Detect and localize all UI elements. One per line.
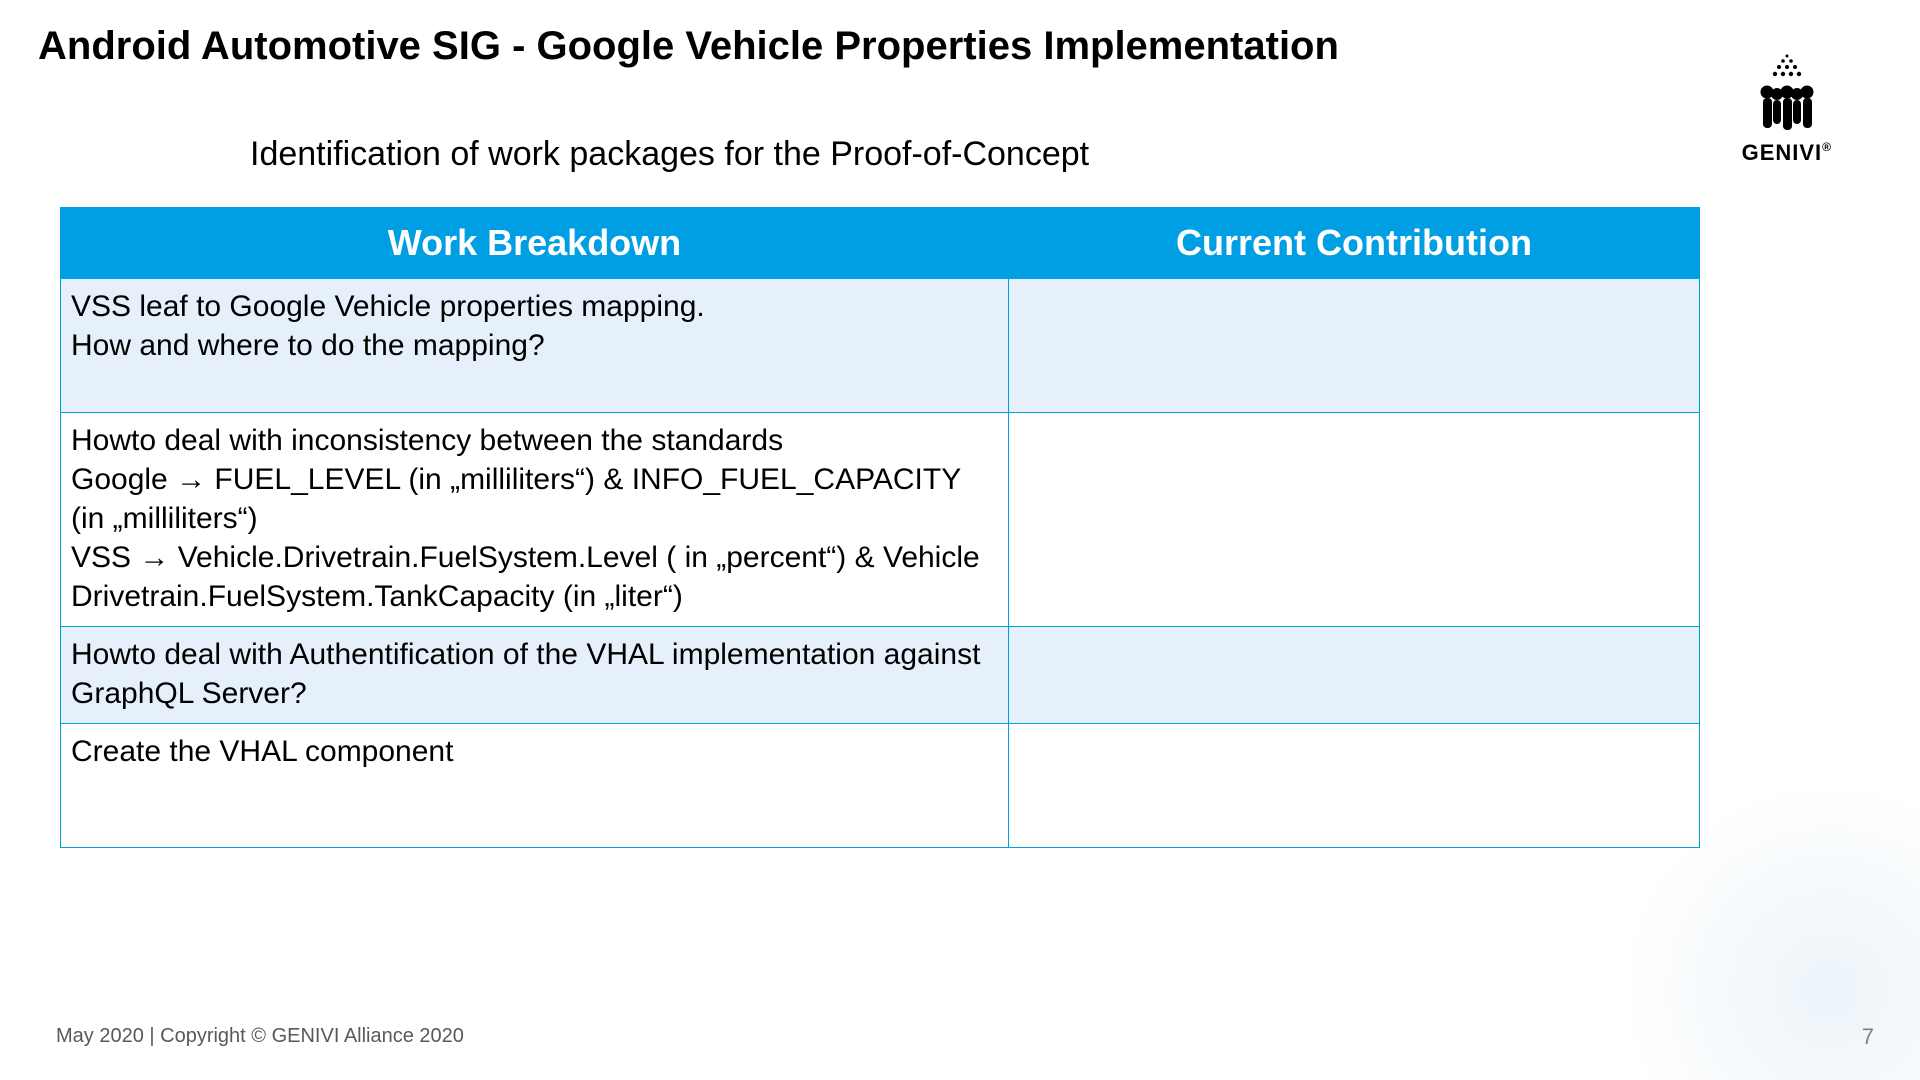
cell-breakdown: VSS leaf to Google Vehicle properties ma… [61, 279, 1009, 413]
slide-title: Android Automotive SIG - Google Vehicle … [38, 24, 1339, 69]
table-row: VSS leaf to Google Vehicle properties ma… [61, 279, 1700, 413]
footer-text: May 2020 | Copyright © GENIVI Alliance 2… [56, 1025, 464, 1048]
table-row: Howto deal with Authentification of the … [61, 627, 1700, 724]
genivi-logo-icon [1751, 52, 1823, 136]
cell-breakdown: Howto deal with Authentification of the … [61, 627, 1009, 724]
cell-contribution [1008, 279, 1699, 413]
genivi-logo-text: GENIVI® [1742, 140, 1832, 166]
cell-contribution [1008, 627, 1699, 724]
genivi-logo: GENIVI® [1742, 52, 1832, 166]
cell-breakdown: Create the VHAL component [61, 724, 1009, 848]
cell-breakdown: Howto deal with inconsistency between th… [61, 413, 1009, 627]
table-row: Howto deal with inconsistency between th… [61, 413, 1700, 627]
slide-subtitle: Identification of work packages for the … [250, 135, 1089, 174]
cell-contribution [1008, 724, 1699, 848]
cell-contribution [1008, 413, 1699, 627]
table-header-contribution: Current Contribution [1008, 208, 1699, 279]
table-header-breakdown: Work Breakdown [61, 208, 1009, 279]
table-row: Create the VHAL component [61, 724, 1700, 848]
work-breakdown-table: Work Breakdown Current Contribution VSS … [60, 207, 1700, 848]
page-number: 7 [1862, 1024, 1874, 1050]
